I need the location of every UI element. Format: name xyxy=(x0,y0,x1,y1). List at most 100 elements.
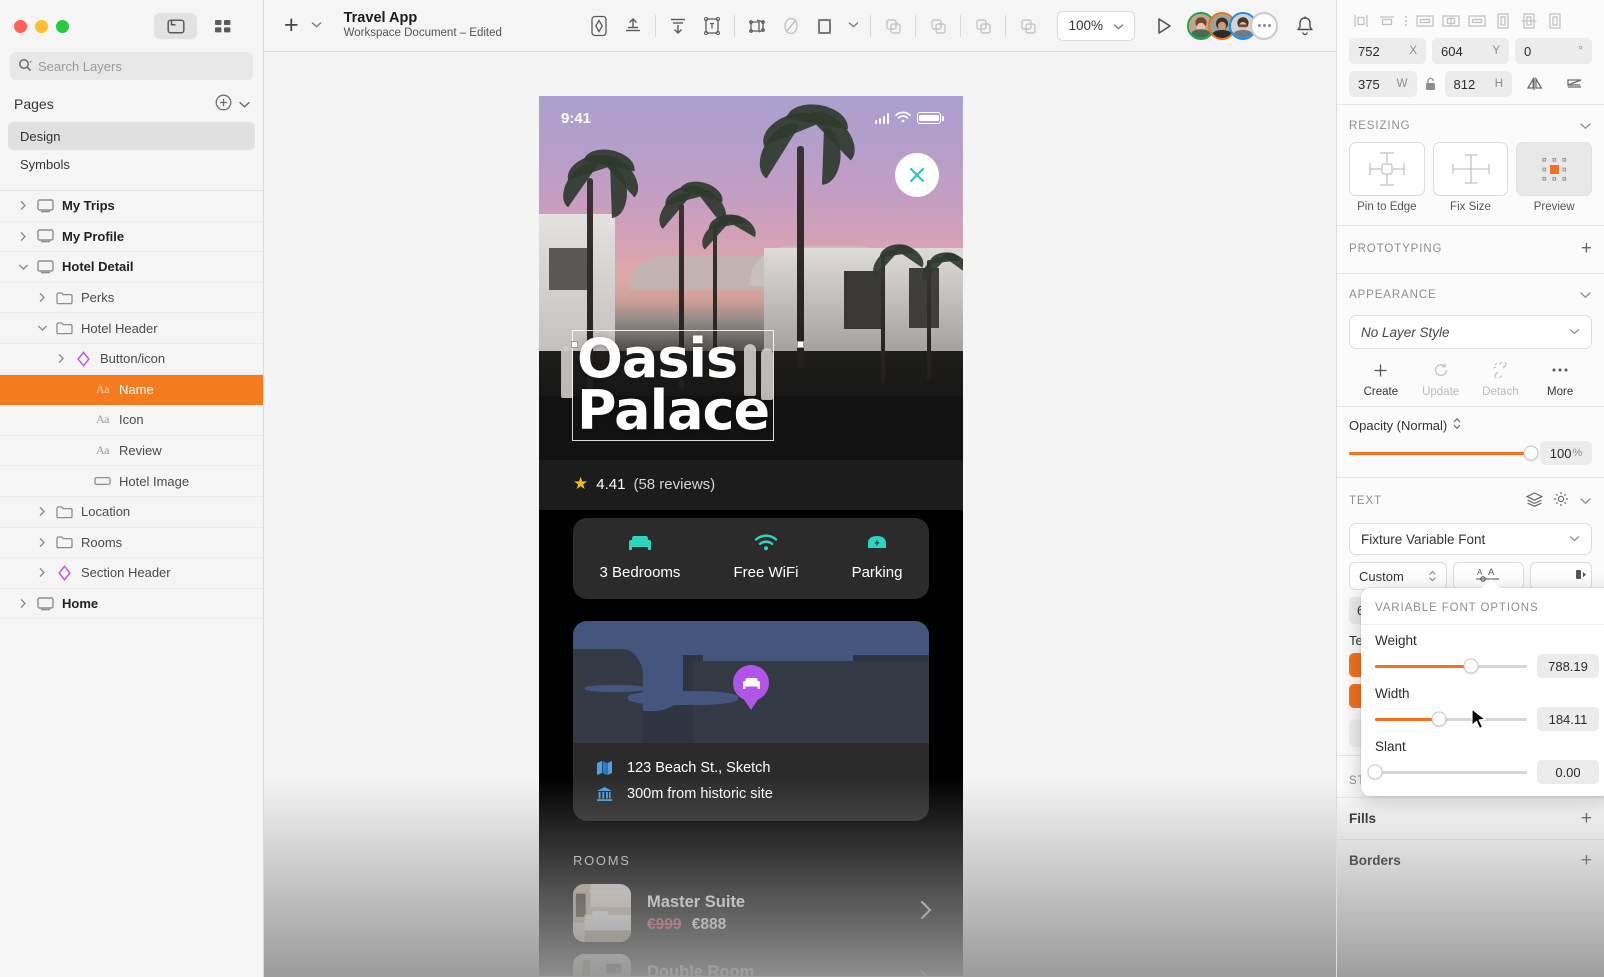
layer-row-rooms[interactable]: Rooms xyxy=(0,528,263,559)
perk-item[interactable]: Parking xyxy=(852,534,902,581)
flip-vertical-icon[interactable] xyxy=(1558,71,1592,97)
difference-icon[interactable] xyxy=(1011,9,1045,43)
disclosure-triangle[interactable] xyxy=(36,567,48,578)
map-pin-bed-icon[interactable] xyxy=(733,665,769,701)
bell-icon[interactable] xyxy=(1288,9,1322,43)
add-chevron-down-icon[interactable] xyxy=(305,20,328,31)
layer-row-name[interactable]: Aa Name xyxy=(0,374,263,406)
layer-row-hotel-header[interactable]: Hotel Header xyxy=(0,313,263,344)
chevron-right-icon[interactable] xyxy=(920,900,933,926)
disclosure-triangle[interactable] xyxy=(55,353,67,364)
text-styles-icon[interactable] xyxy=(1525,491,1544,510)
zoom-control[interactable]: 100% xyxy=(1057,10,1135,41)
layer-row-section-header[interactable]: Section Header xyxy=(0,558,263,589)
map-image[interactable] xyxy=(573,621,929,743)
disclosure-triangle[interactable] xyxy=(17,231,29,242)
chevron-down-icon[interactable] xyxy=(1579,287,1592,302)
zoom-window-button[interactable] xyxy=(56,19,69,33)
disclosure-triangle[interactable] xyxy=(36,324,48,332)
distribute-horizontal-icon[interactable] xyxy=(1491,10,1515,32)
layers-view-button[interactable] xyxy=(154,13,197,39)
selection-handle[interactable] xyxy=(797,341,804,348)
union-icon[interactable] xyxy=(876,9,910,43)
align-center-horizontal-icon[interactable] xyxy=(1375,10,1399,32)
layer-row-home[interactable]: Home xyxy=(0,589,263,620)
add-fill-button[interactable]: + xyxy=(1581,809,1592,828)
detach-style-button[interactable]: Detach xyxy=(1471,359,1531,398)
height-field[interactable]: 812 H xyxy=(1444,71,1512,97)
add-prototyping-button[interactable]: + xyxy=(1581,239,1592,258)
room-list-item[interactable]: Master Suite €999 €888 xyxy=(539,878,963,948)
add-border-button[interactable]: + xyxy=(1581,851,1592,870)
more-align-icon[interactable] xyxy=(1401,16,1411,26)
resizing-option-fix-size[interactable]: Fix Size xyxy=(1432,142,1509,213)
search-input[interactable] xyxy=(38,58,245,74)
grid-view-button[interactable] xyxy=(201,13,244,39)
selection-handle[interactable] xyxy=(571,341,578,348)
chevron-down-icon[interactable] xyxy=(1579,493,1592,508)
review-row[interactable]: ★ 4.41 (58 reviews) xyxy=(539,460,963,510)
page-item-design[interactable]: Design xyxy=(8,122,255,150)
add-button[interactable]: + xyxy=(278,13,305,38)
layer-row-hotel-image[interactable]: Hotel Image xyxy=(0,466,263,497)
align-top-icon[interactable] xyxy=(616,9,650,43)
distribute-center-icon[interactable] xyxy=(1517,10,1541,32)
close-window-button[interactable] xyxy=(14,19,27,33)
layer-row-review[interactable]: Aa Review xyxy=(0,436,263,467)
disclosure-triangle[interactable] xyxy=(17,263,29,271)
x-field[interactable]: 752 X xyxy=(1349,38,1426,64)
layer-row-my-profile[interactable]: My Profile xyxy=(0,222,263,253)
artboard-hotel-detail[interactable]: 9:41 Oasis Palace ★ 4.41 (58 reviews) 3 … xyxy=(539,96,963,976)
canvas[interactable]: 9:41 Oasis Palace ★ 4.41 (58 reviews) 3 … xyxy=(264,52,1336,977)
y-field[interactable]: 604 Y xyxy=(1432,38,1509,64)
layer-row-button-icon[interactable]: Button/icon xyxy=(0,344,263,375)
rotation-field[interactable]: 0 ° xyxy=(1515,38,1592,64)
disclosure-triangle[interactable] xyxy=(36,506,48,517)
resizing-option-pin-to-edge[interactable]: Pin to Edge xyxy=(1349,142,1425,213)
align-bottom-icon[interactable] xyxy=(1465,10,1489,32)
disclosure-triangle[interactable] xyxy=(36,292,48,303)
close-icon[interactable] xyxy=(895,153,939,197)
layer-style-select[interactable]: No Layer Style xyxy=(1349,315,1592,349)
weight-value-field[interactable]: 788.19 xyxy=(1537,654,1599,678)
preview-icon[interactable] xyxy=(1147,9,1181,43)
mask-icon[interactable] xyxy=(774,9,808,43)
zoom-chevron-down-icon[interactable] xyxy=(1113,18,1124,33)
subtract-icon[interactable] xyxy=(921,9,955,43)
transform-icon[interactable] xyxy=(740,9,774,43)
font-weight-select[interactable]: Custom xyxy=(1349,562,1447,590)
intersect-icon[interactable] xyxy=(966,9,1000,43)
variable-font-options-popover[interactable]: VARIABLE FONT OPTIONS Weight 788.19 Widt… xyxy=(1361,579,1604,796)
layer-row-hotel-detail[interactable]: Hotel Detail xyxy=(0,252,263,283)
perk-item[interactable]: 3 Bedrooms xyxy=(600,534,680,581)
search-layers-box[interactable] xyxy=(10,52,253,80)
chevron-right-icon[interactable] xyxy=(920,970,933,976)
layer-row-perks[interactable]: Perks xyxy=(0,283,263,314)
distribute-icon[interactable] xyxy=(661,9,695,43)
room-list-item[interactable]: Double Room €235 €123 xyxy=(539,948,963,976)
artboard-icon[interactable] xyxy=(808,9,842,43)
flip-horizontal-icon[interactable] xyxy=(1518,71,1552,97)
location-card[interactable]: 123 Beach St., Sketch 300m from historic… xyxy=(573,621,929,821)
slant-slider[interactable] xyxy=(1367,764,1527,780)
resizing-option-preview[interactable]: Preview xyxy=(1516,142,1593,213)
weight-slider[interactable] xyxy=(1375,658,1527,674)
unlocked-icon[interactable] xyxy=(1423,77,1439,91)
component-icon[interactable] xyxy=(582,9,616,43)
perk-item[interactable]: Free WiFi xyxy=(733,534,798,581)
width-field[interactable]: 375 W xyxy=(1349,71,1417,97)
width-slider[interactable] xyxy=(1375,711,1527,727)
perks-card[interactable]: 3 Bedrooms Free WiFi Parking xyxy=(573,518,929,599)
disclosure-triangle[interactable] xyxy=(17,200,29,211)
create-style-button[interactable]: Create xyxy=(1351,359,1411,398)
distribute-vertical-icon[interactable] xyxy=(1543,10,1567,32)
scale-icon[interactable] xyxy=(695,9,729,43)
font-family-select[interactable]: Fixture Variable Font xyxy=(1349,523,1592,555)
disclosure-triangle[interactable] xyxy=(36,537,48,548)
more-style-button[interactable]: More xyxy=(1530,359,1590,398)
address-item[interactable]: 300m from historic site xyxy=(573,781,929,807)
blend-mode-stepper-icon[interactable] xyxy=(1452,417,1462,433)
slant-value-field[interactable]: 0.00 xyxy=(1537,760,1599,784)
text-decoration-button[interactable] xyxy=(1530,562,1593,590)
artboard-chevron-down-icon[interactable] xyxy=(842,20,865,31)
